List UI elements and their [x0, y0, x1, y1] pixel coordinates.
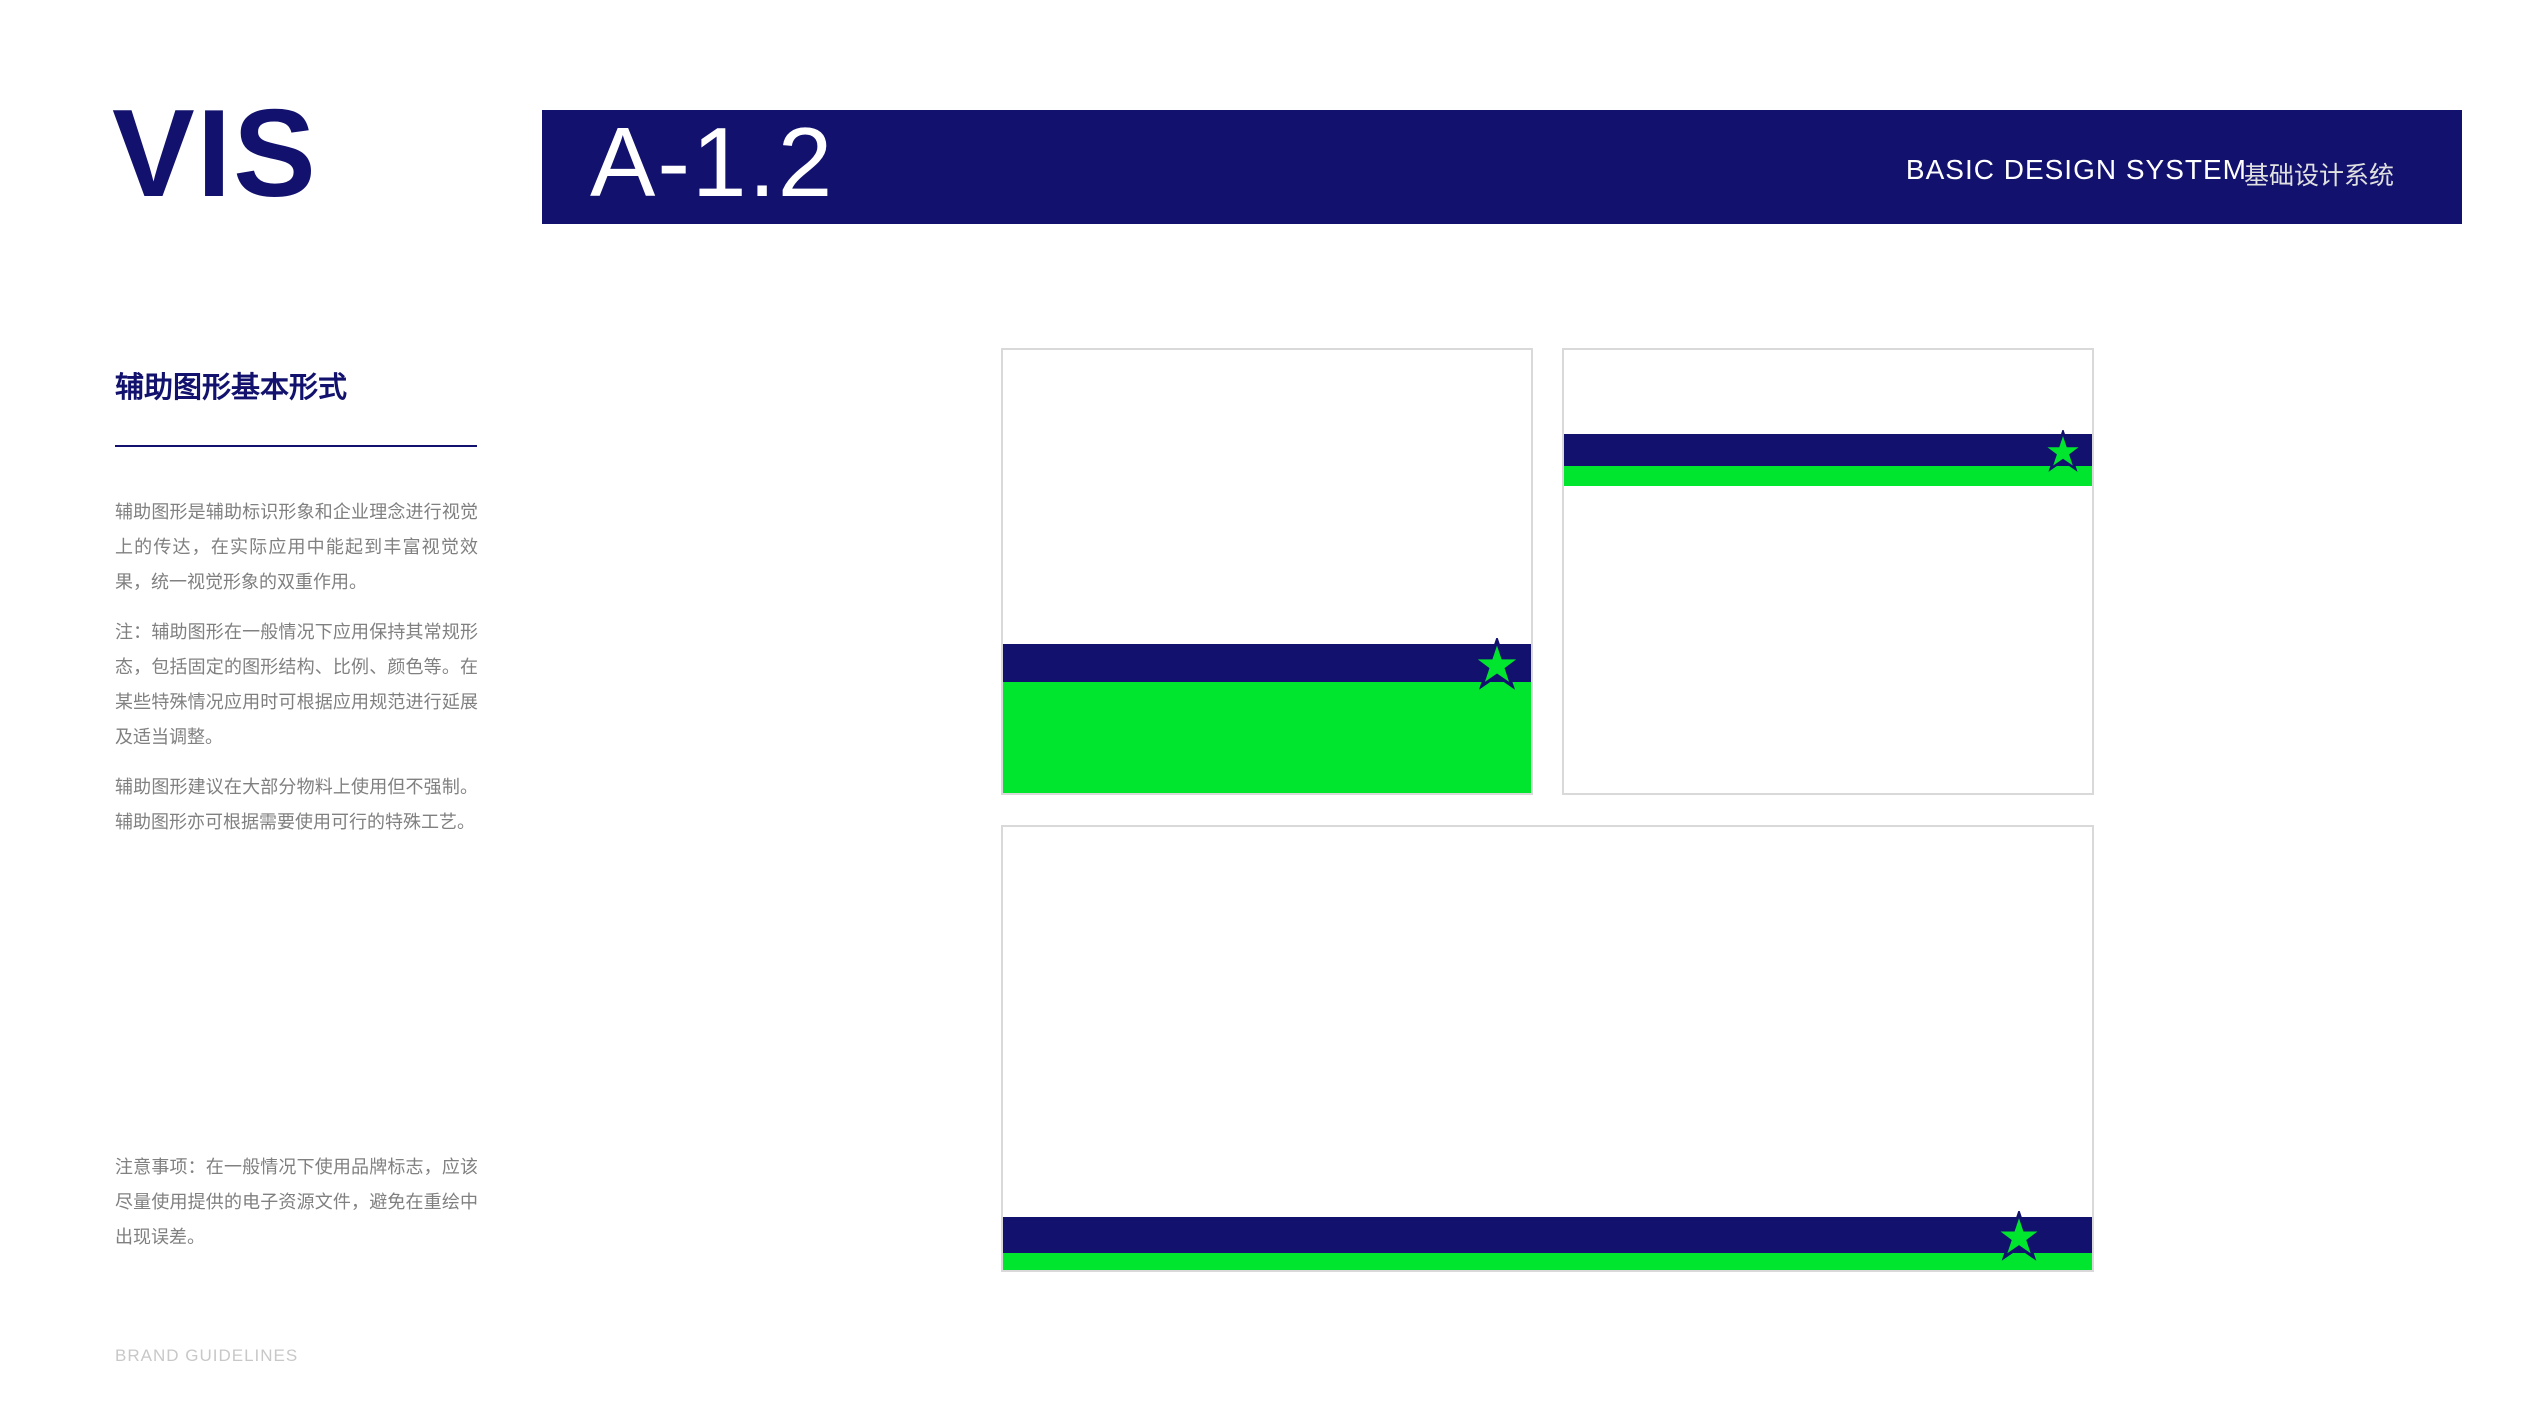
panel-a-green-band — [1001, 682, 1533, 795]
panel-b-navy-band — [1562, 434, 2094, 466]
star-icon — [1471, 638, 1523, 690]
header-title-cn: 基础设计系统 — [2244, 156, 2394, 192]
paragraph-1: 辅助图形是辅助标识形象和企业理念进行视觉上的传达，在实际应用中能起到丰富视觉效果… — [115, 495, 478, 600]
star-icon — [2042, 430, 2084, 472]
section-title: 辅助图形基本形式 — [115, 364, 347, 406]
panel-b-green-band — [1562, 466, 2094, 486]
example-panel-c — [1001, 825, 2094, 1272]
footer-brand: BRAND GUIDELINES — [115, 1346, 298, 1366]
paragraph-2: 注：辅助图形在一般情况下应用保持其常规形态，包括固定的图形结构、比例、颜色等。在… — [115, 615, 478, 755]
logo: VIS — [112, 92, 318, 216]
paragraph-4: 注意事项：在一般情况下使用品牌标志，应该尽量使用提供的电子资源文件，避免在重绘中… — [115, 1150, 478, 1255]
example-panel-a — [1001, 348, 1533, 795]
example-panel-b — [1562, 348, 2094, 795]
paragraph-3: 辅助图形建议在大部分物料上使用但不强制。辅助图形亦可根据需要使用可行的特殊工艺。 — [115, 770, 478, 840]
panel-a-navy-band — [1001, 644, 1533, 682]
panel-c-green-band — [1001, 1253, 2094, 1272]
panel-c-navy-band — [1001, 1217, 2094, 1253]
header-title-en: BASIC DESIGN SYSTEM — [1906, 154, 2247, 186]
header-code: A-1.2 — [590, 104, 834, 222]
page: VIS A-1.2 BASIC DESIGN SYSTEM 基础设计系统 辅助图… — [0, 0, 2521, 1418]
section-rule — [115, 445, 477, 447]
star-icon — [1994, 1211, 2044, 1261]
